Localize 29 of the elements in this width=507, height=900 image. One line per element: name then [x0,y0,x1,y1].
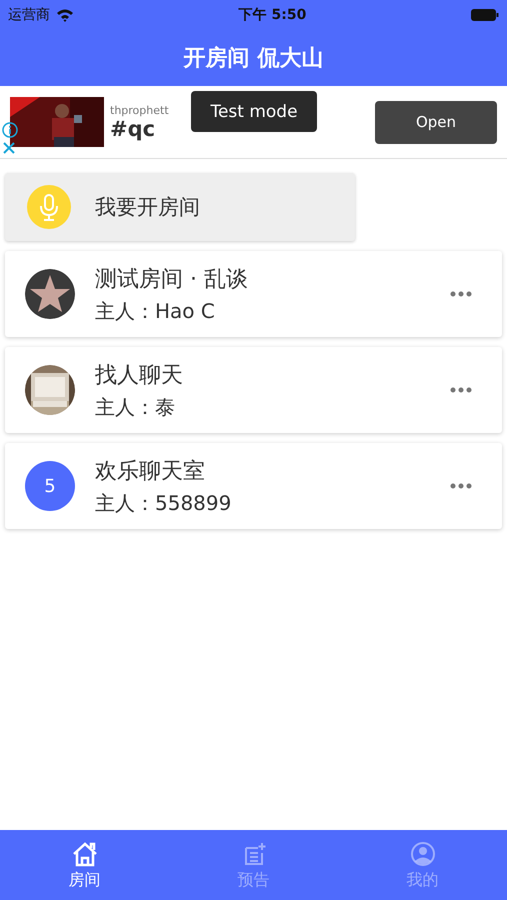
room-card[interactable]: 测试房间 · 乱谈 主人：Hao C [5,251,502,337]
room-host: 主人：泰 [95,394,176,420]
wifi-icon [56,8,74,22]
room-card[interactable]: 找人聊天 主人：泰 [5,347,502,433]
close-icon[interactable] [3,142,15,154]
tab[interactable]: 房间 [0,830,169,900]
battery-icon [470,9,499,21]
room-title: 欢乐聊天室 [95,458,206,486]
more-icon[interactable] [450,291,472,297]
advertiser-name: thprophett [110,104,169,116]
create-room-button[interactable]: 我要开房间 [5,173,355,241]
more-icon[interactable] [450,387,472,393]
room-card[interactable]: 5 欢乐聊天室 主人：558899 [5,443,502,529]
star-avatar-icon [25,269,75,319]
open-button[interactable]: Open [375,100,497,144]
room-title: 找人聊天 [95,362,184,390]
test-mode-toast: Test mode [191,91,317,132]
room-avatar: 5 [25,461,75,511]
room-host: 主人：Hao C [95,298,216,324]
microphone-icon [27,185,71,229]
more-icon[interactable] [450,483,472,489]
room-host: 主人：558899 [95,490,232,516]
clock-time: 下午 5:50 [238,6,306,24]
page-title: 开房间 侃大山 [182,44,324,73]
carrier-label: 运营商 [8,6,50,24]
info-icon[interactable] [2,122,18,138]
room-title: 测试房间 · 乱谈 [95,266,249,294]
ad-banner[interactable]: thprophett #qc Open Test mode [0,86,507,159]
ad-headline: #qc [110,116,156,140]
